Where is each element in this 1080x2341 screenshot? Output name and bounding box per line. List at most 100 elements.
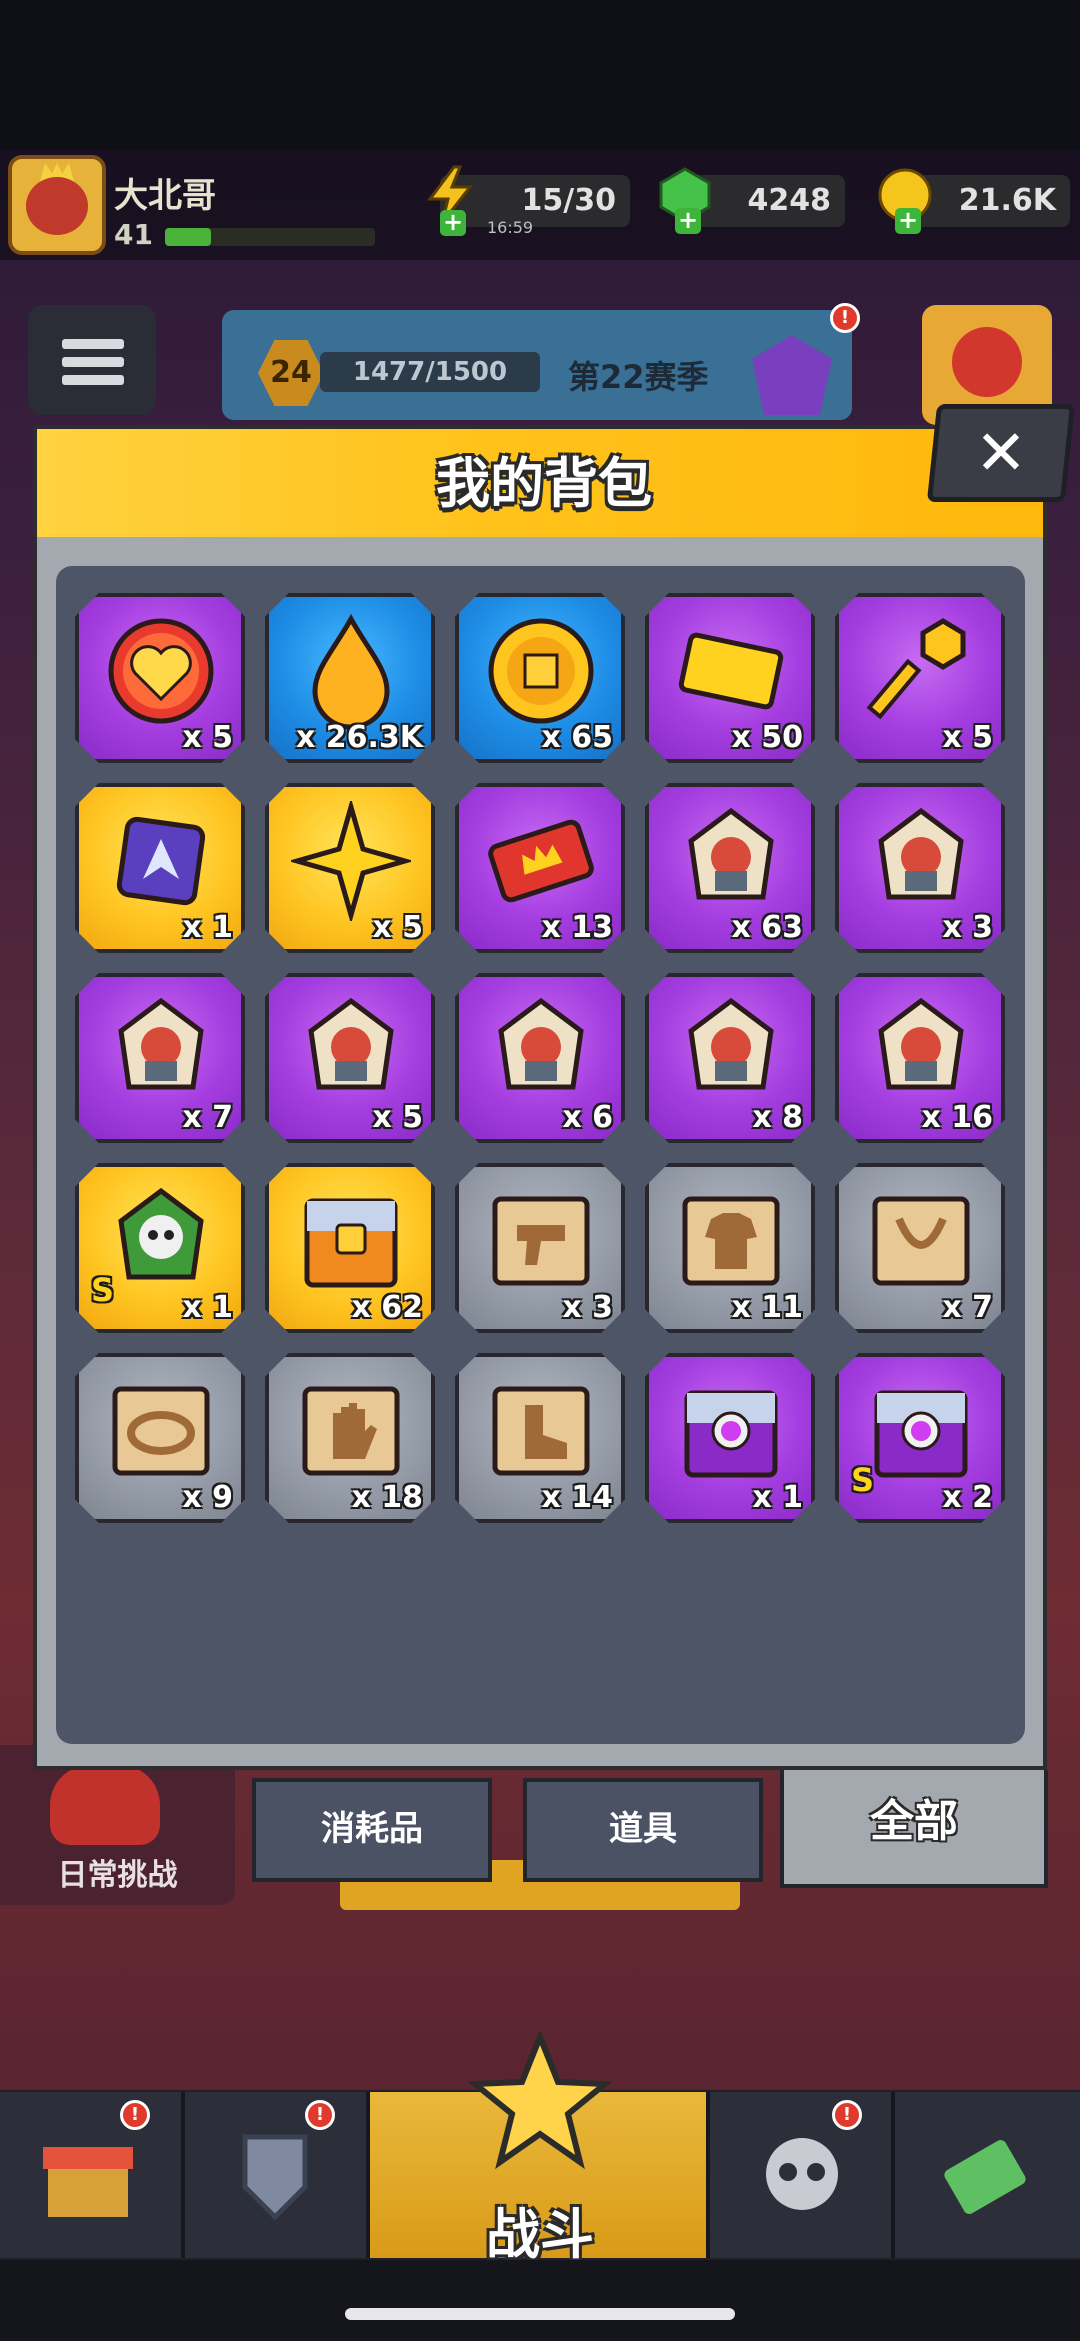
hero-puzzle-icon — [688, 807, 774, 900]
inventory-item[interactable]: x 5 — [265, 783, 435, 953]
inventory-item[interactable]: x 11 — [645, 1163, 815, 1333]
nav-equipment[interactable] — [185, 2092, 370, 2258]
item-quantity: x 65 — [541, 720, 613, 755]
item-quantity: x 6 — [562, 1100, 613, 1135]
close-button[interactable]: ✕ — [926, 404, 1076, 502]
belt-scroll-icon — [112, 1386, 210, 1476]
inventory-item[interactable]: x 5 — [265, 973, 435, 1143]
coin-plus-icon[interactable]: + — [895, 208, 921, 234]
season-label: 第22赛季 — [568, 358, 709, 396]
inventory-item[interactable]: x 6 — [455, 973, 625, 1143]
notification-dot: ! — [830, 303, 860, 333]
gem-plus-icon[interactable]: + — [675, 208, 701, 234]
close-icon: ✕ — [975, 416, 1027, 489]
heroes-notification-dot: ! — [832, 2100, 862, 2130]
hero-puzzle-icon — [498, 997, 584, 1090]
scroll-icon — [944, 2140, 1026, 2214]
item-quantity: x 5 — [942, 720, 993, 755]
inventory-item[interactable]: x 1 — [75, 783, 245, 953]
skull-puzzle-icon — [118, 1187, 204, 1280]
inventory-item[interactable]: x 63 — [645, 783, 815, 953]
item-quantity: x 5 — [372, 910, 423, 945]
item-quantity: x 3 — [562, 1290, 613, 1325]
season-progress: 1477/1500 — [320, 352, 540, 392]
coin-value: 21.6K — [958, 183, 1056, 218]
item-quantity: x 14 — [541, 1480, 613, 1515]
xp-bar — [165, 228, 375, 246]
nav-heroes[interactable] — [710, 2092, 895, 2258]
player-level: 41 — [114, 218, 153, 251]
battle-label: 战斗 — [486, 2203, 594, 2266]
skull-icon — [766, 2138, 838, 2210]
purple-chest-icon — [874, 1390, 968, 1478]
tab-all[interactable]: 全部 — [780, 1770, 1048, 1888]
inventory-item[interactable]: x 16 — [835, 973, 1005, 1143]
inventory-item[interactable]: x 7 — [75, 973, 245, 1143]
rank-badge: S — [91, 1271, 115, 1309]
inventory-item[interactable]: Sx 1 — [75, 1163, 245, 1333]
inventory-item[interactable]: Sx 2 — [835, 1353, 1005, 1523]
crown-ticket-icon — [488, 819, 594, 903]
nav-skills[interactable] — [895, 2092, 1080, 2258]
inventory-item[interactable]: x 26.3K — [265, 593, 435, 763]
flame-drop-icon — [312, 613, 390, 730]
item-quantity: x 62 — [351, 1290, 423, 1325]
item-quantity: x 1 — [752, 1480, 803, 1515]
inventory-item[interactable]: x 8 — [645, 973, 815, 1143]
item-quantity: x 1 — [182, 1290, 233, 1325]
item-quantity: x 1 — [182, 910, 233, 945]
demon-icon — [952, 327, 1022, 397]
inventory-item[interactable]: x 5 — [75, 593, 245, 763]
hero-puzzle-icon — [688, 997, 774, 1090]
weapon-scroll-icon — [492, 1196, 590, 1286]
tab-consumables[interactable]: 消耗品 — [252, 1778, 492, 1882]
item-quantity: x 7 — [182, 1100, 233, 1135]
tab-props[interactable]: 道具 — [523, 1778, 763, 1882]
inventory-item[interactable]: x 62 — [265, 1163, 435, 1333]
item-quantity: x 13 — [541, 910, 613, 945]
inventory-item[interactable]: x 13 — [455, 783, 625, 953]
player-name: 大北哥 — [114, 176, 216, 216]
inventory-item[interactable]: x 3 — [455, 1163, 625, 1333]
inventory-item[interactable]: x 3 — [835, 783, 1005, 953]
player-avatar[interactable] — [8, 155, 106, 255]
item-quantity: x 5 — [182, 720, 233, 755]
menu-button[interactable] — [28, 305, 156, 415]
boot-scroll-icon — [492, 1386, 590, 1476]
shop-notification-dot: ! — [120, 2100, 150, 2130]
inventory-item[interactable]: x 65 — [455, 593, 625, 763]
shop-icon — [43, 2147, 133, 2217]
item-quantity: x 63 — [731, 910, 803, 945]
gem-value: 4248 — [747, 183, 832, 218]
panel-title: 我的背包 — [436, 452, 652, 515]
item-quantity: x 16 — [921, 1100, 993, 1135]
inventory-item[interactable]: x 1 — [645, 1353, 815, 1523]
armor-scroll-icon — [682, 1196, 780, 1286]
medal-icon — [242, 2134, 308, 2221]
inventory-item[interactable]: x 5 — [835, 593, 1005, 763]
energy-plus-icon[interactable]: + — [440, 210, 466, 236]
inventory-item[interactable]: x 9 — [75, 1353, 245, 1523]
item-quantity: x 5 — [372, 1100, 423, 1135]
inventory-item[interactable]: x 50 — [645, 593, 815, 763]
necklace-scroll-icon — [872, 1196, 970, 1286]
key-icon — [866, 618, 966, 720]
panel-header: 我的背包 — [33, 425, 1047, 537]
item-quantity: x 7 — [942, 1290, 993, 1325]
equipment-notification-dot: ! — [305, 2100, 335, 2130]
ticket-icon — [678, 632, 784, 710]
star-icon — [291, 801, 411, 921]
home-indicator[interactable] — [345, 2308, 735, 2320]
inventory-item[interactable]: x 14 — [455, 1353, 625, 1523]
glove-scroll-icon — [302, 1386, 400, 1476]
bottom-safe-area — [0, 2260, 1080, 2341]
inventory-item[interactable]: x 18 — [265, 1353, 435, 1523]
hero-puzzle-icon — [878, 997, 964, 1090]
inventory-item[interactable]: x 7 — [835, 1163, 1005, 1333]
gold-coin-icon — [488, 618, 594, 724]
heart-icon — [108, 618, 214, 724]
chip-icon — [116, 816, 206, 906]
energy-value: 15/30 — [521, 183, 616, 218]
nav-shop[interactable] — [0, 2092, 185, 2258]
battle-star-icon — [470, 2032, 610, 2170]
